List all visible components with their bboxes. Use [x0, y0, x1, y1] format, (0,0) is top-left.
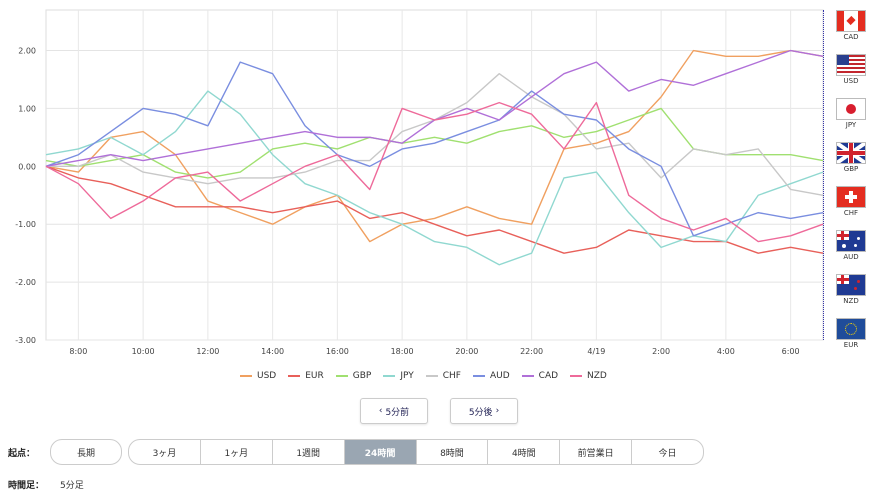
period-option[interactable]: 8時間: [415, 440, 488, 464]
interval-value: 5分足: [60, 481, 84, 491]
usa-flag-icon: [836, 54, 866, 76]
legend-label: CAD: [538, 371, 559, 381]
x-tick-label: 2:00: [652, 347, 670, 356]
x-tick-label: 8:00: [69, 347, 87, 356]
period-option[interactable]: 24時間: [343, 440, 416, 464]
legend-label: EUR: [305, 371, 324, 381]
uk-flag-icon: [836, 142, 866, 164]
x-tick-label: 20:00: [455, 347, 478, 356]
flag-item-chf[interactable]: CHF: [834, 184, 868, 224]
legend-item-usd[interactable]: USD: [240, 368, 276, 384]
chart-legend: USD EUR GBP JPY CHF AUD CAD NZD: [240, 368, 620, 384]
y-tick-label: 0.00: [18, 162, 36, 171]
period-option[interactable]: 前営業日: [559, 440, 631, 464]
x-tick-label: 6:00: [782, 347, 800, 356]
legend-label: CHF: [442, 371, 461, 381]
legend-item-gbp[interactable]: GBP: [335, 368, 372, 384]
x-tick-label: 10:00: [132, 347, 155, 356]
legend-swatch: [335, 375, 348, 377]
australia-flag-icon: [836, 230, 866, 252]
prev-5min-label: 5分前: [385, 407, 410, 418]
legend-item-nzd[interactable]: NZD: [570, 368, 607, 384]
canada-flag-icon: [836, 10, 866, 32]
flag-code: CHF: [843, 209, 859, 217]
legend-item-aud[interactable]: AUD: [472, 368, 510, 384]
legend-swatch: [288, 375, 301, 377]
flag-item-nzd[interactable]: NZD: [834, 272, 868, 312]
flag-item-usd[interactable]: USD: [834, 52, 868, 92]
next-5min-label: 5分後: [468, 407, 493, 418]
flag-code: AUD: [843, 253, 859, 261]
flag-code: CAD: [843, 33, 859, 41]
period-option[interactable]: 1ヶ月: [199, 440, 272, 464]
y-tick-label: -2.00: [15, 278, 36, 287]
legend-swatch: [570, 375, 583, 377]
flag-item-jpy[interactable]: JPY: [834, 96, 868, 136]
period-option[interactable]: 1週間: [271, 440, 344, 464]
x-tick-label: 4/19: [587, 347, 605, 356]
currency-flag-list: CAD USD JPY GBP CHF AUD NZD EUR: [830, 8, 870, 358]
y-tick-label: 2.00: [18, 47, 36, 56]
period-option[interactable]: 4時間: [487, 440, 559, 464]
legend-label: JPY: [400, 371, 414, 381]
legend-label: AUD: [489, 371, 510, 381]
current-time-line: [823, 10, 824, 340]
legend-label: USD: [257, 371, 277, 381]
legend-label: GBP: [352, 371, 372, 381]
flag-item-cad[interactable]: CAD: [834, 8, 868, 48]
chevron-left-icon: ‹: [378, 406, 383, 416]
period-long-button[interactable]: 長期: [50, 439, 122, 465]
period-option[interactable]: 今日: [631, 440, 703, 464]
period-option[interactable]: 3ヶ月: [129, 440, 200, 464]
flag-item-aud[interactable]: AUD: [834, 228, 868, 268]
flag-code: USD: [843, 77, 859, 85]
y-tick-label: -3.00: [15, 336, 36, 345]
legend-item-eur[interactable]: EUR: [288, 368, 324, 384]
start-point-label: 起点：: [8, 449, 36, 459]
swiss-flag-icon: [836, 186, 866, 208]
legend-label: NZD: [587, 371, 607, 381]
chart-svg: 2.00 1.00 0.00 -1.00 -2.00 -3.00 8:00 10:00 12:0…: [15, 9, 824, 356]
prev-5min-button[interactable]: ‹ 5分前: [360, 398, 428, 424]
legend-swatch: [521, 375, 534, 377]
x-tick-label: 22:00: [520, 347, 543, 356]
flag-code: GBP: [843, 165, 859, 173]
legend-swatch: [240, 375, 252, 377]
legend-item-chf[interactable]: CHF: [425, 368, 461, 384]
flag-item-gbp[interactable]: GBP: [834, 140, 868, 180]
x-tick-label: 12:00: [196, 347, 219, 356]
y-tick-label: 1.00: [18, 104, 36, 113]
new-zealand-flag-icon: [836, 274, 866, 296]
flag-item-eur[interactable]: EUR: [834, 316, 868, 356]
fx-strength-chart: 2.00 1.00 0.00 -1.00 -2.00 -3.00 8:00 10:00 12:0…: [0, 0, 830, 360]
japan-flag-icon: [836, 98, 866, 120]
flag-code: EUR: [843, 341, 859, 349]
legend-swatch: [472, 375, 485, 377]
x-tick-label: 16:00: [326, 347, 349, 356]
chevron-right-icon: ›: [495, 406, 500, 416]
legend-swatch: [383, 375, 396, 377]
legend-item-cad[interactable]: CAD: [521, 368, 559, 384]
legend-item-jpy[interactable]: JPY: [383, 368, 414, 384]
flag-code: JPY: [845, 121, 857, 129]
flag-code: NZD: [843, 297, 859, 305]
next-5min-button[interactable]: 5分後 ›: [450, 398, 518, 424]
legend-swatch: [425, 375, 438, 377]
y-tick-label: -1.00: [15, 220, 36, 229]
eu-flag-icon: [836, 318, 866, 340]
x-tick-label: 18:00: [391, 347, 414, 356]
period-selector: 3ヶ月 1ヶ月 1週間 24時間 8時間 4時間 前営業日 今日: [128, 439, 704, 465]
x-tick-label: 14:00: [261, 347, 284, 356]
x-tick-label: 4:00: [717, 347, 735, 356]
interval-label: 時間足：: [8, 481, 45, 491]
